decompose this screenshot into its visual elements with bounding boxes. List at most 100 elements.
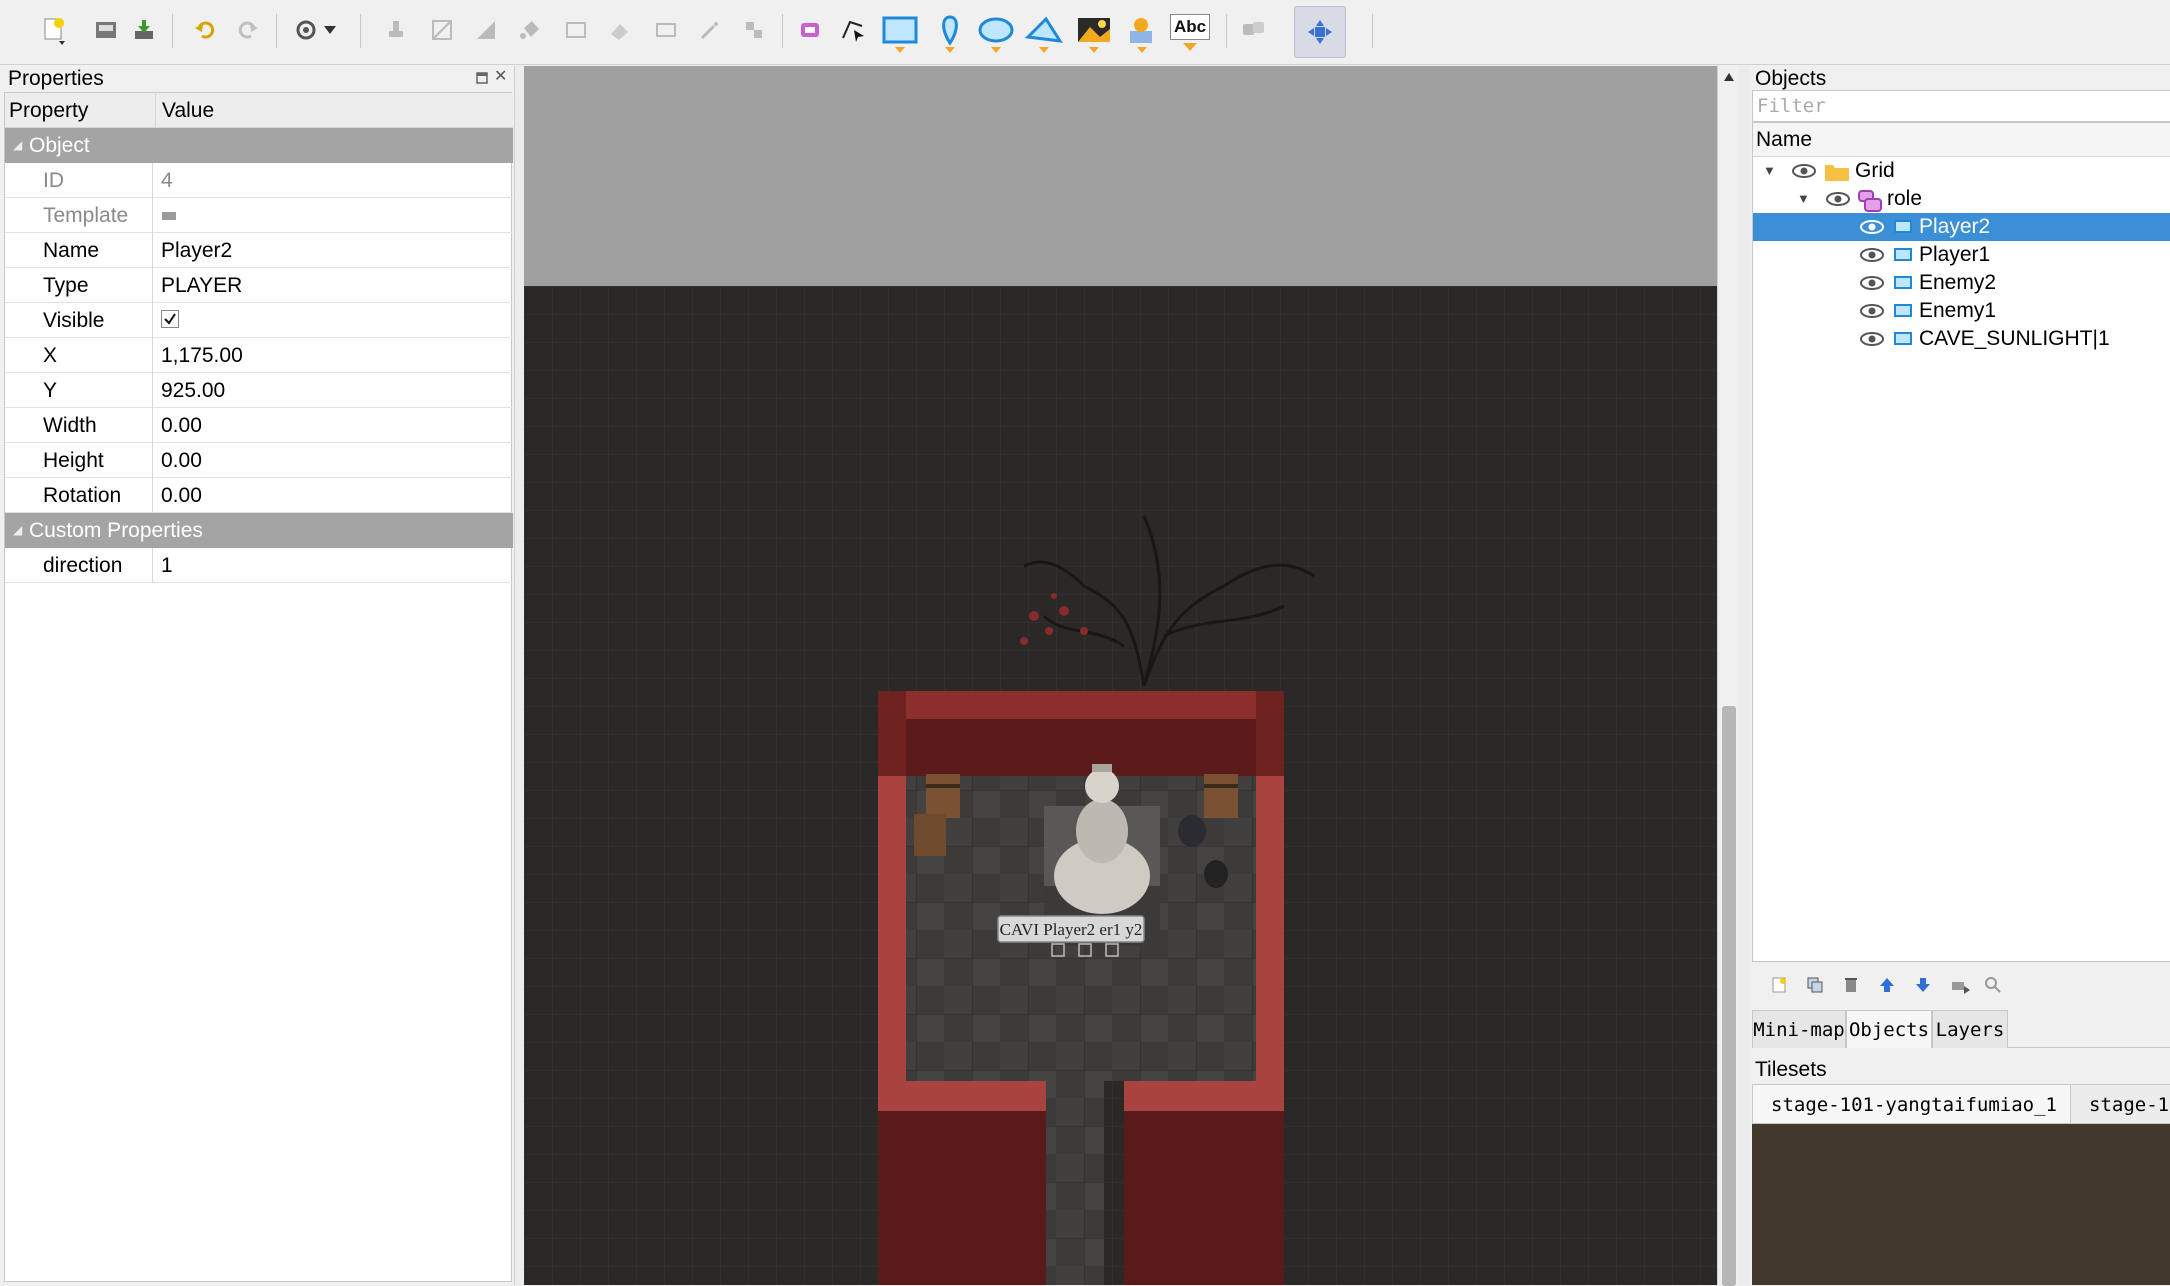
remove-object-icon[interactable] [1840,974,1862,996]
new-icon[interactable] [34,10,74,50]
eye-icon[interactable] [1859,274,1885,292]
select-same-tile-icon[interactable] [734,10,774,50]
insert-point-icon[interactable] [928,10,972,60]
eye-icon[interactable] [1859,218,1885,236]
insert-ellipse-icon[interactable] [972,10,1020,60]
map-canvas[interactable]: CAVI Player2 er1 y2 [524,286,1717,1285]
undo-icon[interactable] [185,10,225,50]
magic-wand-icon[interactable] [690,10,730,50]
visible-value [155,303,511,338]
expand-arrow-icon[interactable]: ▼ [1797,185,1810,213]
name-value[interactable]: Player2 [155,233,511,268]
wang-brush-icon[interactable] [466,10,506,50]
eraser-icon[interactable] [600,10,640,50]
tree-item-role[interactable]: ▼ role [1753,185,2170,213]
property-key: direction [5,548,153,583]
duplicate-object-icon[interactable] [1804,974,1826,996]
temple-roof-top [878,691,1284,719]
collapse-triangle-icon[interactable]: ◢ [13,128,22,163]
toolbar-separator [360,14,361,48]
collapse-triangle-icon[interactable]: ◢ [13,513,22,548]
tab-objects[interactable]: Objects [1846,1010,1932,1048]
random-mode-icon[interactable] [1234,10,1274,50]
tree-item-player1[interactable]: Player1 [1753,241,2170,269]
tileset-tab[interactable]: stage-1( [2070,1084,2170,1124]
tree-item-cave-sunlight[interactable]: CAVE_SUNLIGHT|1 [1753,325,2170,353]
scrollbar-thumb[interactable] [1722,706,1736,1286]
tree-item-enemy2[interactable]: Enemy2 [1753,269,2170,297]
eye-icon[interactable] [1859,330,1885,348]
property-column-header[interactable]: Property [9,93,88,128]
rotation-value[interactable]: 0.00 [155,478,511,513]
map-vertical-scrollbar[interactable] [1717,66,1739,1286]
object-group-header[interactable]: ◢ Object [5,128,513,163]
tab-layers[interactable]: Layers [1932,1010,2008,1048]
object-label-text: CAVI Player2 er1 y2 [1000,920,1143,939]
visible-checkbox[interactable] [161,310,179,329]
rect-select-icon[interactable] [646,10,686,50]
template-value[interactable] [155,198,511,233]
edit-polygons-icon[interactable] [834,10,874,50]
eye-icon[interactable] [1859,246,1885,264]
eye-icon[interactable] [1791,162,1817,180]
move-up-icon[interactable] [1876,974,1898,996]
property-row-x: X 1,175.00 [5,338,513,373]
shape-fill-icon[interactable] [556,10,596,50]
name-column-header[interactable]: Name [1753,123,2170,157]
eye-icon[interactable] [1825,190,1851,208]
direction-value[interactable]: 1 [155,548,511,583]
select-objects-icon[interactable] [790,10,830,50]
text-tool-label: Abc [1170,14,1210,40]
height-value[interactable]: 0.00 [155,443,511,478]
property-key: Visible [5,303,153,338]
panel-splitter[interactable] [1739,66,1749,1285]
custom-properties-group-header[interactable]: ◢ Custom Properties [5,513,513,548]
float-panel-icon[interactable] [476,72,488,84]
property-row-direction: direction 1 [5,548,513,583]
scroll-up-icon[interactable] [1723,72,1735,82]
stamp-brush-icon[interactable] [376,10,416,50]
insert-template-icon[interactable] [1118,10,1166,60]
tileset-view[interactable] [1752,1124,2170,1285]
tab-mini-map[interactable]: Mini-map [1752,1010,1846,1048]
filter-input[interactable]: Filter [1752,90,2170,122]
width-value[interactable]: 0.00 [155,408,511,443]
property-key: Name [5,233,153,268]
toolbar-separator [276,14,277,48]
insert-rectangle-icon[interactable] [876,10,924,60]
bucket-fill-icon[interactable] [510,10,550,50]
save-icon[interactable] [124,10,164,50]
value-column-header[interactable]: Value [155,93,214,128]
properties-panel-title: Properties [8,67,104,90]
tree-item-grid[interactable]: ▼ Grid [1753,157,2170,185]
tree-item-enemy1[interactable]: Enemy1 [1753,297,2170,325]
move-tool-icon[interactable] [1294,6,1346,58]
terrain-brush-icon[interactable] [422,10,462,50]
add-object-icon[interactable] [1768,974,1790,996]
eye-icon[interactable] [1859,302,1885,320]
tree-item-label: Enemy2 [1919,271,1997,294]
open-icon[interactable] [86,10,126,50]
x-value[interactable]: 1,175.00 [155,338,511,373]
y-value[interactable]: 925.00 [155,373,511,408]
toolbar-separator [782,14,783,48]
properties-search-icon[interactable] [1982,974,2004,996]
insert-tile-icon[interactable] [1070,10,1118,60]
insert-text-icon[interactable]: Abc [1166,10,1214,60]
chevron-down-icon[interactable] [318,10,342,50]
panel-splitter[interactable] [514,66,524,1285]
insert-polygon-icon[interactable] [1020,10,1068,60]
tileset-tab[interactable]: stage-101-yangtaifumiao_1 [1752,1084,2076,1124]
wall-pillar-right [1256,691,1284,776]
map-view[interactable]: CAVI Player2 er1 y2 [524,66,1717,1285]
move-to-layer-icon[interactable] [1950,974,1972,996]
property-key: Type [5,268,153,303]
tree-item-player2[interactable]: Player2 [1753,213,2170,241]
wall-bottom-left-top [878,1081,1046,1111]
expand-arrow-icon[interactable]: ▼ [1763,157,1776,185]
move-down-icon[interactable] [1912,974,1934,996]
redo-icon[interactable] [228,10,268,50]
close-icon[interactable]: ✕ [494,69,507,85]
rectangle-object-icon [1894,248,1912,261]
type-value[interactable]: PLAYER [155,268,511,303]
